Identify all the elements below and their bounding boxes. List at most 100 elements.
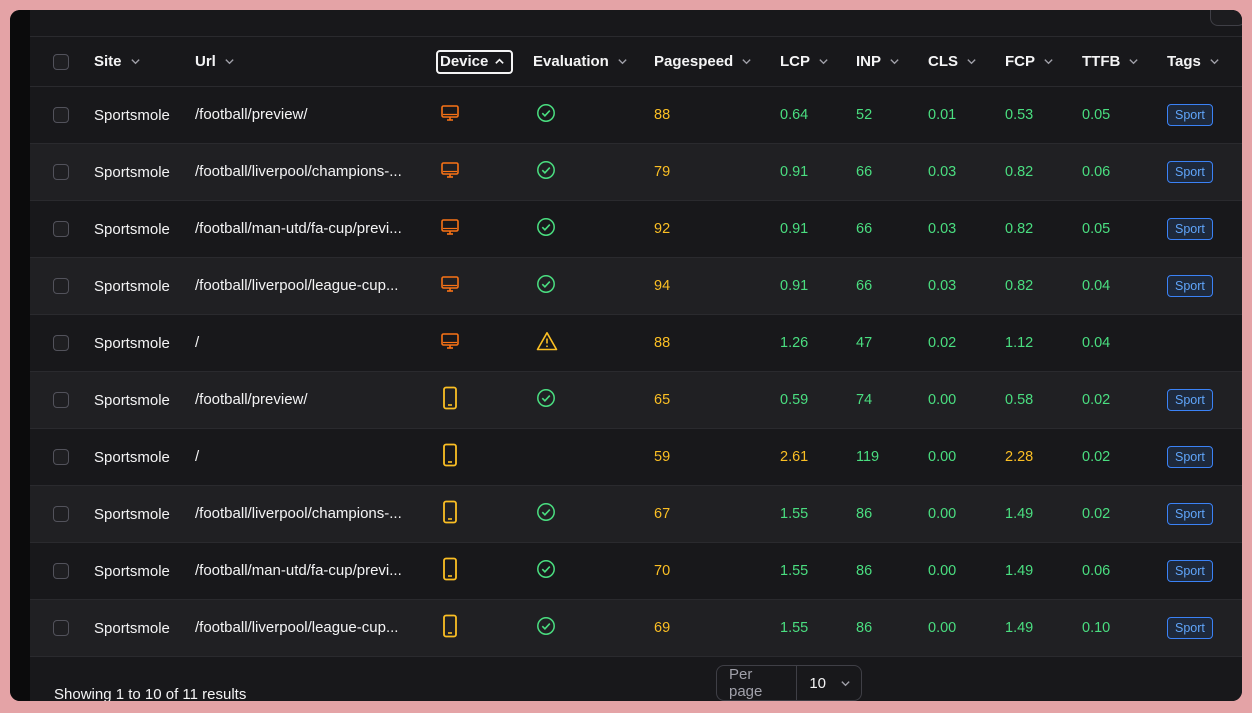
column-header-fcp[interactable]: FCP xyxy=(1005,37,1054,86)
cls-cell: 0.00 xyxy=(928,506,957,522)
lcp-cell: 0.59 xyxy=(780,392,809,408)
pagespeed-cell: 88 xyxy=(654,107,671,123)
url-cell[interactable]: /football/preview/ xyxy=(195,87,411,143)
evaluation-cell xyxy=(536,543,556,599)
column-header-device[interactable]: Device xyxy=(436,37,514,86)
warning-icon xyxy=(536,331,558,355)
per-page-select[interactable]: Per page 10 xyxy=(716,665,862,701)
column-header-evaluation[interactable]: Evaluation xyxy=(533,37,628,86)
tag-badge[interactable]: Sport xyxy=(1167,617,1213,639)
column-header-tags[interactable]: Tags xyxy=(1167,37,1220,86)
table-row[interactable]: Sportsmole/football/liverpool/champions-… xyxy=(30,486,1242,543)
row-checkbox[interactable] xyxy=(53,278,69,294)
table-row[interactable]: Sportsmole/football/man-utd/fa-cup/previ… xyxy=(30,543,1242,600)
tag-badge[interactable]: Sport xyxy=(1167,218,1213,240)
url-cell[interactable]: /football/man-utd/fa-cup/previ... xyxy=(195,201,411,257)
table-row[interactable]: Sportsmole/football/preview/65 0.59 74 0.00… xyxy=(30,372,1242,429)
tags-cell: Sport xyxy=(1167,87,1213,143)
row-checkbox[interactable] xyxy=(53,107,69,123)
check-circle-icon xyxy=(536,388,556,412)
row-checkbox[interactable] xyxy=(53,449,69,465)
url-cell[interactable]: / xyxy=(195,315,411,371)
url-cell[interactable]: / xyxy=(195,429,411,485)
row-checkbox[interactable] xyxy=(53,335,69,351)
pagespeed-cell: 94 xyxy=(654,278,671,294)
row-checkbox[interactable] xyxy=(53,506,69,522)
url-cell[interactable]: /football/liverpool/league-cup... xyxy=(195,258,411,314)
row-select-cell xyxy=(53,315,69,371)
tag-badge[interactable]: Sport xyxy=(1167,560,1213,582)
tag-badge[interactable]: Sport xyxy=(1167,161,1213,183)
row-select-cell xyxy=(53,429,69,485)
tag-badge[interactable]: Sport xyxy=(1167,275,1213,297)
desktop-icon xyxy=(440,331,460,355)
results-count: Showing 1 to 10 of 11 results xyxy=(54,686,247,701)
select-all-checkbox[interactable] xyxy=(53,53,69,70)
column-label: LCP xyxy=(780,53,810,70)
url-cell[interactable]: /football/liverpool/league-cup... xyxy=(195,600,411,656)
row-checkbox[interactable] xyxy=(53,620,69,636)
column-header-ttfb[interactable]: TTFB xyxy=(1082,37,1139,86)
desktop-icon xyxy=(440,274,460,298)
row-checkbox[interactable] xyxy=(53,221,69,237)
url-cell[interactable]: /football/liverpool/champions-... xyxy=(195,144,411,200)
table-row[interactable]: Sportsmole/football/man-utd/fa-cup/previ… xyxy=(30,201,1242,258)
row-select-cell xyxy=(53,87,69,143)
chevron-down-icon xyxy=(618,59,627,65)
table-row[interactable]: Sportsmole/football/liverpool/league-cup… xyxy=(30,600,1242,657)
row-checkbox[interactable] xyxy=(53,392,69,408)
row-select-cell xyxy=(53,600,69,656)
chevron-down-icon xyxy=(819,59,828,65)
row-select-cell xyxy=(53,372,69,428)
column-header-pagespeed[interactable]: Pagespeed xyxy=(654,37,752,86)
row-checkbox[interactable] xyxy=(53,164,69,180)
mobile-icon xyxy=(440,557,460,585)
tag-badge[interactable]: Sport xyxy=(1167,389,1213,411)
inp-cell: 119 xyxy=(856,449,880,465)
lcp-cell: 0.91 xyxy=(780,221,809,237)
table-footer: Showing 1 to 10 of 11 results Per page 1… xyxy=(30,658,1242,701)
cls-cell: 0.02 xyxy=(928,335,957,351)
fcp-cell: 1.49 xyxy=(1005,506,1034,522)
column-header-cls[interactable]: CLS xyxy=(928,37,977,86)
cls-cell: 0.00 xyxy=(928,392,957,408)
table-row[interactable]: Sportsmole / 59 2.61 119 0.00 2.28 0.02 Sport xyxy=(30,429,1242,486)
fcp-cell: 0.82 xyxy=(1005,164,1034,180)
column-header-site[interactable]: Site xyxy=(94,37,141,86)
toolbar-button[interactable] xyxy=(1210,10,1242,26)
site-cell: Sportsmole xyxy=(94,448,170,466)
chevron-up-icon xyxy=(495,58,505,64)
row-checkbox[interactable] xyxy=(53,563,69,579)
column-header-inp[interactable]: INP xyxy=(856,37,900,86)
table-row[interactable]: Sportsmole/football/liverpool/league-cup… xyxy=(30,258,1242,315)
url-cell[interactable]: /football/man-utd/fa-cup/previ... xyxy=(195,543,411,599)
column-header-url[interactable]: Url xyxy=(195,37,235,86)
device-cell xyxy=(440,87,460,143)
per-page-value: 10 xyxy=(809,674,826,692)
tag-badge[interactable]: Sport xyxy=(1167,503,1213,525)
table-row[interactable]: Sportsmole / 88 1.26 47 0.02 1.12 0.04 xyxy=(30,315,1242,372)
cls-cell: 0.03 xyxy=(928,164,957,180)
column-label: CLS xyxy=(928,53,958,70)
chevron-down-icon xyxy=(130,59,140,65)
tag-badge[interactable]: Sport xyxy=(1167,104,1213,126)
tag-badge[interactable]: Sport xyxy=(1167,446,1213,468)
table-row[interactable]: Sportsmole/football/preview/88 0.64 52 0.01… xyxy=(30,87,1242,144)
url-cell[interactable]: /football/preview/ xyxy=(195,372,411,428)
column-label: Site xyxy=(94,53,122,70)
tags-cell: Sport xyxy=(1167,429,1213,485)
table-row[interactable]: Sportsmole/football/liverpool/champions-… xyxy=(30,144,1242,201)
row-select-cell xyxy=(53,144,69,200)
lcp-cell: 0.91 xyxy=(780,278,809,294)
evaluation-cell xyxy=(536,372,556,428)
cls-cell: 0.00 xyxy=(928,563,957,579)
url-cell[interactable]: /football/liverpool/champions-... xyxy=(195,486,411,542)
check-circle-icon xyxy=(536,217,556,241)
column-label: Device xyxy=(440,53,489,70)
tags-cell: Sport xyxy=(1167,600,1213,656)
chevron-down-icon xyxy=(742,59,751,65)
per-page-value-wrap[interactable]: 10 xyxy=(797,675,861,692)
column-header-lcp[interactable]: LCP xyxy=(780,37,829,86)
device-sort-focus[interactable]: Device xyxy=(436,49,514,74)
desktop-icon xyxy=(440,103,460,127)
